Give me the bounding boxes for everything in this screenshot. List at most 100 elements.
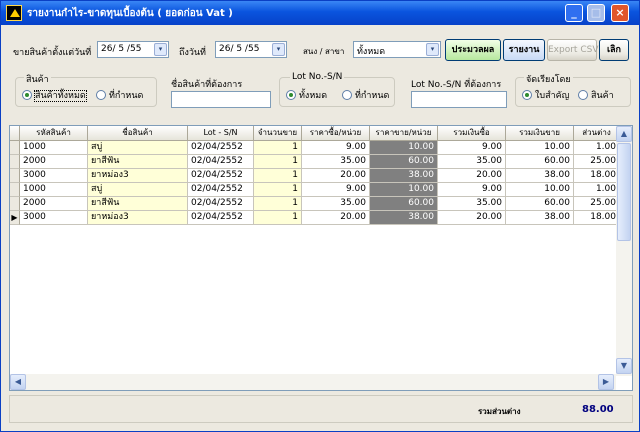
table-cell[interactable]: 38.00 <box>506 169 574 183</box>
column-header[interactable]: ส่วนต่าง <box>574 126 620 141</box>
table-cell[interactable]: 38.00 <box>506 211 574 225</box>
column-header[interactable]: รวมเงินขาย <box>506 126 574 141</box>
table-cell[interactable]: 25.00 <box>574 197 620 211</box>
column-header[interactable]: ราคาขาย/หน่วย <box>370 126 438 141</box>
table-cell[interactable]: 9.00 <box>438 183 506 197</box>
table-cell[interactable]: 02/04/2552 <box>188 169 254 183</box>
scroll-left-icon[interactable]: ◀ <box>10 374 26 390</box>
table-cell[interactable]: 1 <box>254 155 302 169</box>
row-indicator[interactable] <box>10 141 20 155</box>
table-cell[interactable]: 3000 <box>20 211 88 225</box>
scroll-thumb[interactable] <box>617 143 631 241</box>
table-cell[interactable]: 1 <box>254 197 302 211</box>
calendar-dropdown-icon[interactable]: ▾ <box>272 43 285 56</box>
table-cell[interactable]: 02/04/2552 <box>188 155 254 169</box>
branch-select[interactable]: ทั้งหมด ▾ <box>353 41 441 58</box>
current-row-icon[interactable]: ▶ <box>10 211 20 225</box>
minimize-button[interactable]: _ <box>565 4 583 22</box>
table-cell[interactable]: 60.00 <box>506 197 574 211</box>
table-cell[interactable]: 02/04/2552 <box>188 211 254 225</box>
table-cell[interactable]: 35.00 <box>302 197 370 211</box>
sort-receipt-label: ใบสำคัญ <box>535 91 570 101</box>
table-cell[interactable]: 1.00 <box>574 141 620 155</box>
column-header[interactable]: ราคาซื้อ/หน่วย <box>302 126 370 141</box>
table-cell[interactable]: 35.00 <box>438 155 506 169</box>
table-cell[interactable]: 10.00 <box>506 141 574 155</box>
column-header[interactable]: จำนวนขาย <box>254 126 302 141</box>
scroll-up-icon[interactable]: ▲ <box>616 126 632 142</box>
horizontal-scrollbar[interactable]: ◀ ▶ <box>10 374 616 390</box>
table-cell[interactable]: 1000 <box>20 183 88 197</box>
lot-custom-radio[interactable]: ที่กำหนด <box>342 88 389 102</box>
table-cell[interactable]: 9.00 <box>302 141 370 155</box>
column-header[interactable]: ชื่อสินค้า <box>88 126 188 141</box>
table-cell[interactable]: 25.00 <box>574 155 620 169</box>
table-cell[interactable]: 1 <box>254 141 302 155</box>
table-cell[interactable]: 38.00 <box>370 211 438 225</box>
table-cell[interactable]: 18.00 <box>574 211 620 225</box>
table-cell[interactable]: 60.00 <box>370 155 438 169</box>
scroll-down-icon[interactable]: ▼ <box>616 358 632 374</box>
table-cell[interactable]: 9.00 <box>438 141 506 155</box>
table-cell[interactable]: 18.00 <box>574 169 620 183</box>
calendar-dropdown-icon[interactable]: ▾ <box>154 43 167 56</box>
table-cell[interactable]: 02/04/2552 <box>188 183 254 197</box>
process-button[interactable]: ประมวลผล <box>445 39 501 61</box>
table-cell[interactable]: 60.00 <box>506 155 574 169</box>
table-cell[interactable]: สบู่ <box>88 141 188 155</box>
table-cell[interactable]: 9.00 <box>302 183 370 197</box>
table-cell[interactable]: 1 <box>254 211 302 225</box>
exit-button[interactable]: เลิก <box>599 39 629 61</box>
table-cell[interactable]: 20.00 <box>438 169 506 183</box>
table-cell[interactable]: ยาสีฟัน <box>88 197 188 211</box>
row-indicator[interactable] <box>10 183 20 197</box>
data-grid[interactable]: รหัสสินค้า ชื่อสินค้า Lot - S/N จำนวนขาย ราค… <box>9 125 633 391</box>
report-button[interactable]: รายงาน <box>503 39 545 61</box>
date-from-picker[interactable]: 26/ 5 /55 ▾ <box>97 41 169 58</box>
lot-all-label: ทั้งหมด <box>299 91 328 101</box>
product-all-radio[interactable]: สินค้าทั้งหมด <box>22 88 87 102</box>
table-cell[interactable]: ยาสีฟัน <box>88 155 188 169</box>
table-cell[interactable]: 1 <box>254 183 302 197</box>
table-cell[interactable]: 2000 <box>20 197 88 211</box>
table-cell[interactable]: 1 <box>254 169 302 183</box>
table-cell[interactable]: 20.00 <box>438 211 506 225</box>
sort-product-radio[interactable]: สินค้า <box>578 88 614 102</box>
close-button[interactable]: × <box>611 4 629 22</box>
table-cell[interactable]: 10.00 <box>370 183 438 197</box>
title-bar[interactable]: รายงานกำไร-ขาดทุนเบื้องต้น ( ยอดก่อน Vat… <box>1 1 639 25</box>
scroll-right-icon[interactable]: ▶ <box>598 374 614 390</box>
table-cell[interactable]: ยาหม่อง3 <box>88 211 188 225</box>
product-custom-radio[interactable]: ที่กำหนด <box>96 88 143 102</box>
table-cell[interactable]: 35.00 <box>302 155 370 169</box>
table-cell[interactable]: 38.00 <box>370 169 438 183</box>
table-cell[interactable]: 60.00 <box>370 197 438 211</box>
table-cell[interactable]: 10.00 <box>370 141 438 155</box>
table-cell[interactable]: สบู่ <box>88 183 188 197</box>
table-cell[interactable]: 10.00 <box>506 183 574 197</box>
product-name-input[interactable] <box>171 91 271 108</box>
total-diff-value: 88.00 <box>582 404 614 415</box>
table-cell[interactable]: 20.00 <box>302 211 370 225</box>
column-header[interactable]: รหัสสินค้า <box>20 126 88 141</box>
table-cell[interactable]: 02/04/2552 <box>188 141 254 155</box>
table-cell[interactable]: 1.00 <box>574 183 620 197</box>
column-header[interactable]: Lot - S/N <box>188 126 254 141</box>
sort-receipt-radio[interactable]: ใบสำคัญ <box>522 88 569 102</box>
vertical-scrollbar[interactable]: ▲ ▼ <box>616 126 632 376</box>
row-indicator[interactable] <box>10 197 20 211</box>
column-header[interactable]: รวมเงินซื้อ <box>438 126 506 141</box>
table-cell[interactable]: 3000 <box>20 169 88 183</box>
table-cell[interactable]: 2000 <box>20 155 88 169</box>
date-to-picker[interactable]: 26/ 5 /55 ▾ <box>215 41 287 58</box>
table-cell[interactable]: 20.00 <box>302 169 370 183</box>
row-indicator[interactable] <box>10 155 20 169</box>
table-cell[interactable]: 02/04/2552 <box>188 197 254 211</box>
chevron-down-icon[interactable]: ▾ <box>426 43 439 56</box>
table-cell[interactable]: ยาหม่อง3 <box>88 169 188 183</box>
lot-needed-input[interactable] <box>411 91 507 108</box>
table-cell[interactable]: 1000 <box>20 141 88 155</box>
row-indicator[interactable] <box>10 169 20 183</box>
lot-all-radio[interactable]: ทั้งหมด <box>286 88 327 102</box>
table-cell[interactable]: 35.00 <box>438 197 506 211</box>
